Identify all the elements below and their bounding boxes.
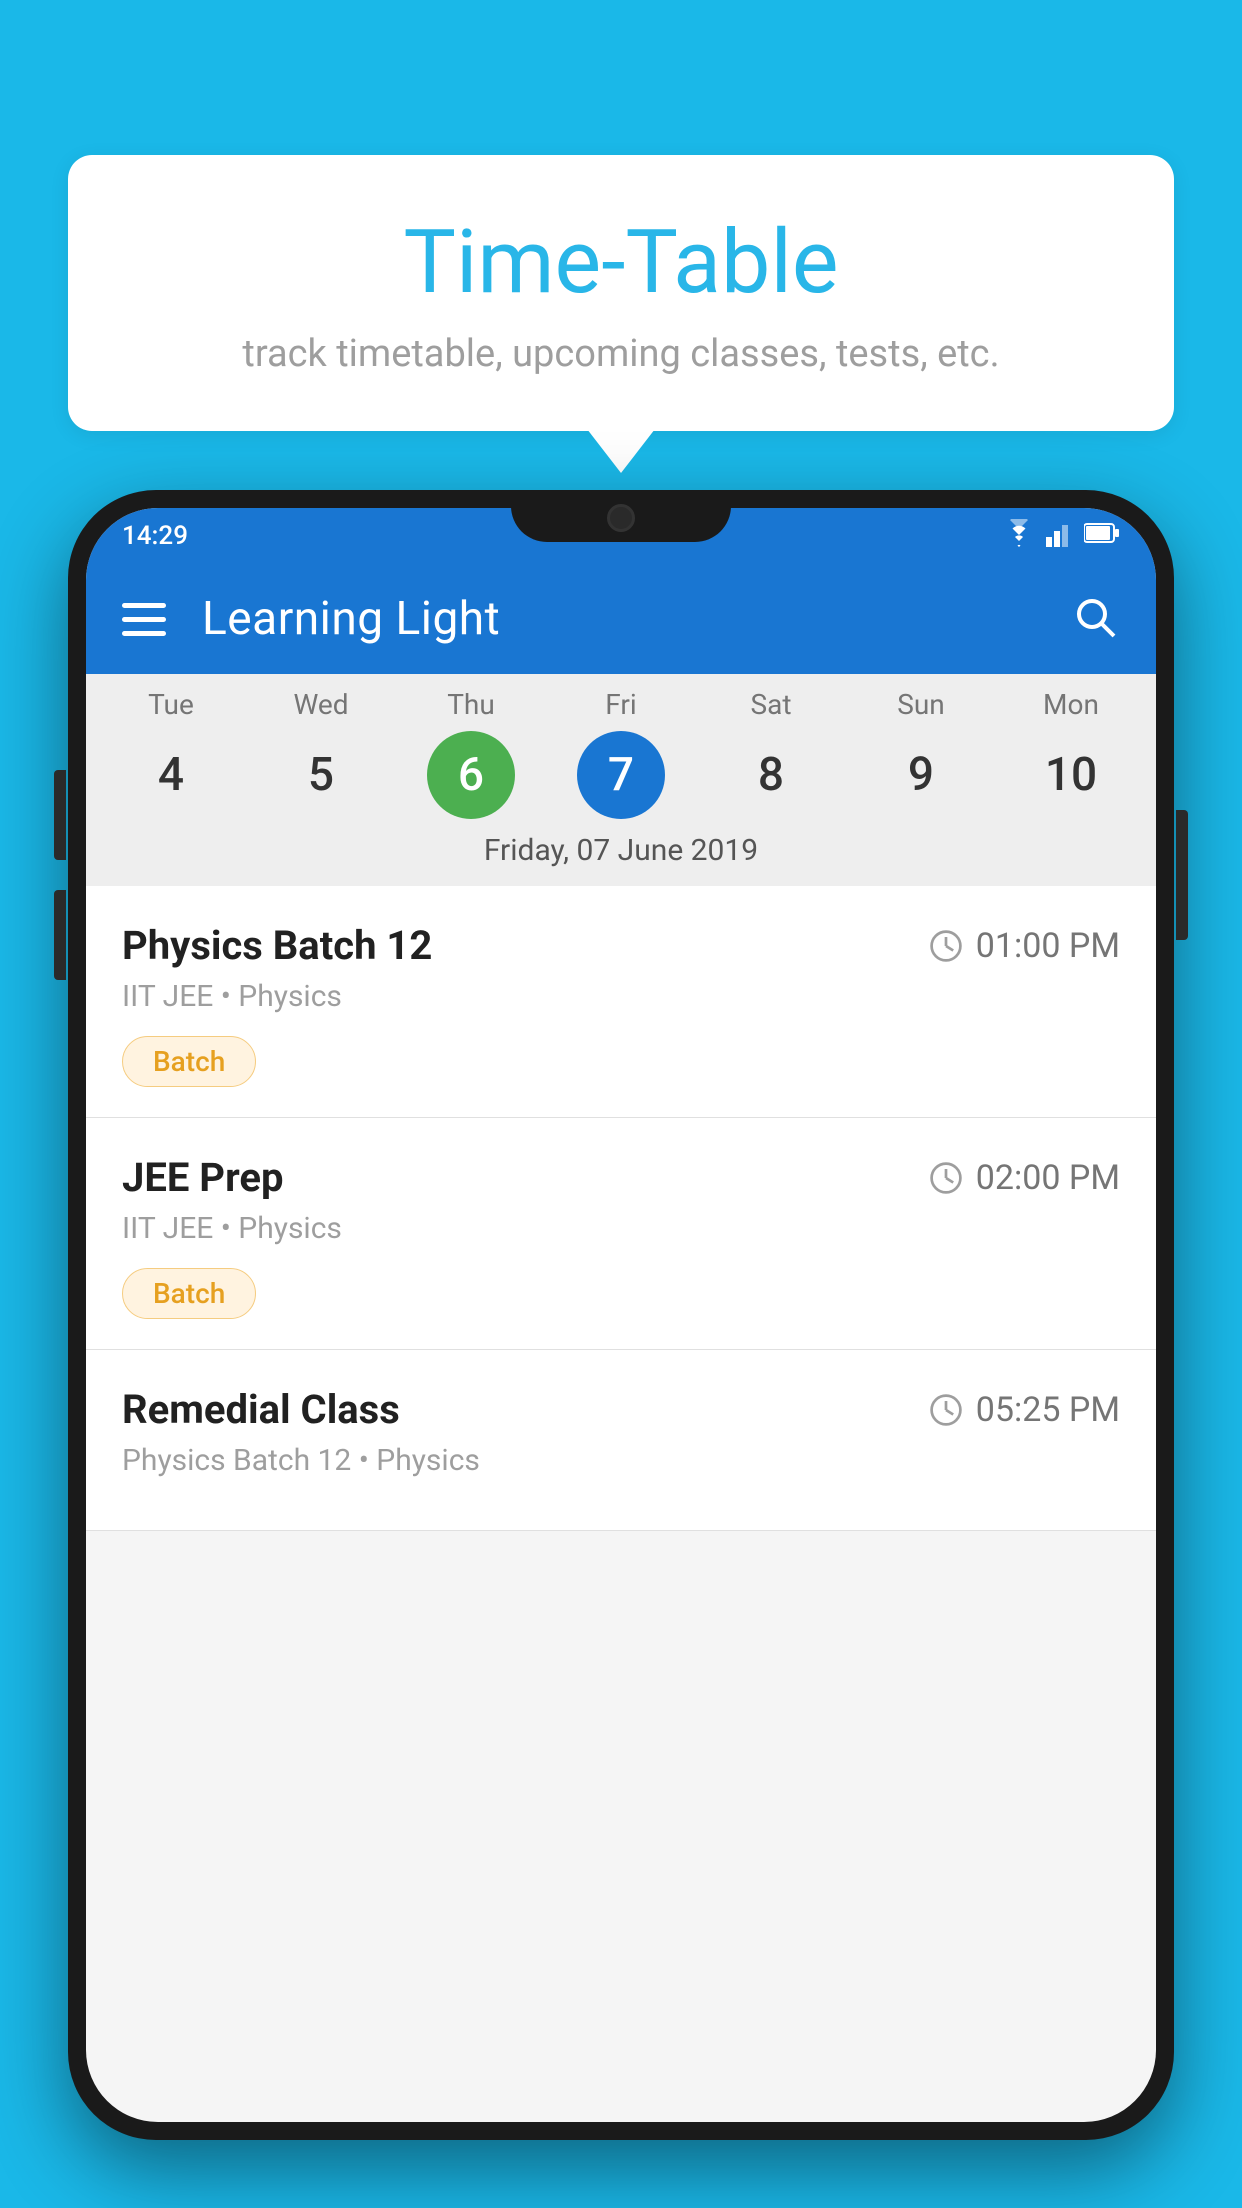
day-name: Fri [605,688,636,721]
class-card-2[interactable]: Remedial Class 05:25 PM Physics Batch 12… [86,1350,1156,1531]
class-card-1[interactable]: JEE Prep 02:00 PM IIT JEE • Physics Batc… [86,1118,1156,1350]
class-meta: IIT JEE • Physics [122,979,1120,1014]
front-camera [607,504,635,532]
hamburger-menu-button[interactable] [122,603,166,636]
power-button[interactable] [1176,810,1188,940]
tooltip-subtitle: track timetable, upcoming classes, tests… [118,332,1124,376]
day-number: 4 [127,731,215,819]
tooltip-title: Time-Table [118,215,1124,312]
day-name: Sat [750,688,791,721]
day-column-5[interactable]: Wed 5 [256,688,386,819]
battery-icon [1084,521,1120,551]
class-name: Remedial Class [122,1386,400,1433]
class-card-header: Physics Batch 12 01:00 PM [122,922,1120,969]
phone-notch [511,490,731,542]
days-header: Tue 4 Wed 5 Thu 6 Fri 7 Sat 8 Sun 9 Mon 10 [86,688,1156,819]
volume-up-button[interactable] [54,770,66,860]
day-name: Mon [1043,688,1099,721]
day-number: 7 [577,731,665,819]
tooltip-card: Time-Table track timetable, upcoming cla… [68,155,1174,431]
wifi-icon [1002,519,1036,554]
class-meta: IIT JEE • Physics [122,1211,1120,1246]
status-icons [1002,519,1120,554]
class-time: 05:25 PM [928,1390,1120,1430]
day-column-7[interactable]: Fri 7 [556,688,686,819]
class-card-header: Remedial Class 05:25 PM [122,1386,1120,1433]
class-time: 02:00 PM [928,1158,1120,1198]
day-column-4[interactable]: Tue 4 [106,688,236,819]
class-card-header: JEE Prep 02:00 PM [122,1154,1120,1201]
day-number: 9 [877,731,965,819]
day-name: Thu [447,688,495,721]
calendar-strip: Tue 4 Wed 5 Thu 6 Fri 7 Sat 8 Sun 9 Mon 10 Friday, 07… [86,674,1156,886]
day-column-10[interactable]: Mon 10 [1006,688,1136,819]
status-time: 14:29 [122,521,188,551]
volume-down-button[interactable] [54,890,66,980]
day-number: 5 [277,731,365,819]
day-name: Tue [148,688,194,721]
day-number: 8 [727,731,815,819]
search-button[interactable] [1070,592,1120,646]
classes-list: Physics Batch 12 01:00 PM IIT JEE • Phys… [86,886,1156,1531]
day-column-8[interactable]: Sat 8 [706,688,836,819]
class-name: Physics Batch 12 [122,922,432,969]
signal-icon [1046,519,1074,554]
day-column-6[interactable]: Thu 6 [406,688,536,819]
class-time: 01:00 PM [928,926,1120,966]
batch-tag: Batch [122,1268,256,1319]
app-bar: Learning Light [86,564,1156,674]
app-title: Learning Light [202,592,1070,646]
class-card-0[interactable]: Physics Batch 12 01:00 PM IIT JEE • Phys… [86,886,1156,1118]
class-meta: Physics Batch 12 • Physics [122,1443,1120,1478]
day-number: 10 [1027,731,1115,819]
phone-wrapper: 14:29 [68,490,1174,2208]
day-name: Sun [897,688,945,721]
batch-tag: Batch [122,1036,256,1087]
class-name: JEE Prep [122,1154,283,1201]
day-column-9[interactable]: Sun 9 [856,688,986,819]
phone-outer: 14:29 [68,490,1174,2140]
selected-date-label: Friday, 07 June 2019 [86,819,1156,886]
day-number: 6 [427,731,515,819]
phone-screen: 14:29 [86,508,1156,2122]
day-name: Wed [293,688,348,721]
